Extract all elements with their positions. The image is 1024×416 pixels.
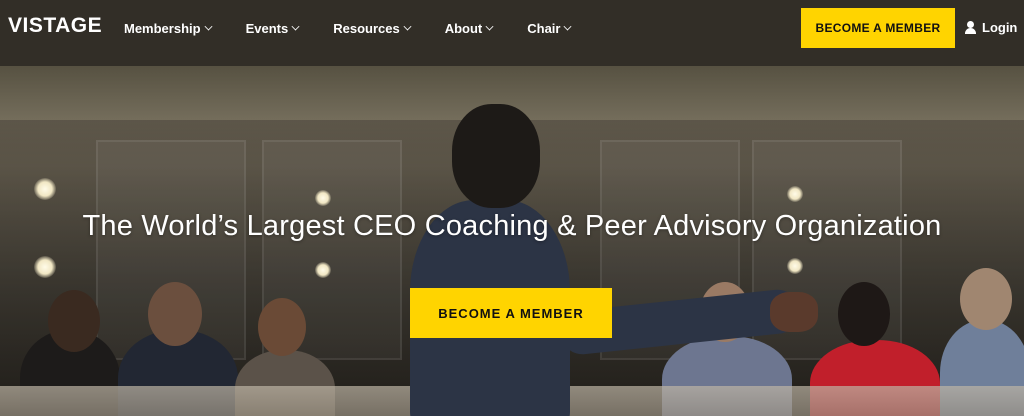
- nav-item-label: Events: [245, 20, 289, 36]
- chevron-down-icon: [204, 22, 213, 31]
- become-member-hero-button[interactable]: BECOME A MEMBER: [410, 288, 612, 338]
- chevron-down-icon: [485, 22, 494, 31]
- hero-title: The World’s Largest CEO Coaching & Peer …: [82, 210, 942, 242]
- nav-item-label: Resources: [333, 20, 400, 36]
- presenter-hand: [770, 292, 818, 332]
- seated-person-head: [838, 282, 890, 346]
- nav-item-label: Chair: [527, 20, 561, 36]
- chevron-down-icon: [291, 22, 300, 31]
- nav-item-label: Membership: [124, 20, 201, 36]
- chevron-down-icon: [564, 22, 572, 31]
- wall-lamp: [787, 186, 803, 202]
- nav-item-label: About: [444, 20, 483, 36]
- become-member-nav-button[interactable]: BECOME A MEMBER: [801, 8, 955, 48]
- vistage-logo[interactable]: VISTAGE: [8, 14, 102, 38]
- wall-lamp: [315, 262, 331, 278]
- seated-person-head: [48, 290, 100, 352]
- chevron-down-icon: [403, 22, 412, 31]
- nav-item-resources[interactable]: Resources: [333, 20, 412, 36]
- wall-lamp: [34, 256, 56, 278]
- wall-lamp: [34, 178, 56, 200]
- wall-lamp: [315, 190, 331, 206]
- seated-person-head: [148, 282, 202, 346]
- nav-item-events[interactable]: Events: [246, 21, 300, 36]
- main-menu: Membership Events Resources About Chair: [124, 0, 605, 56]
- seated-person-head: [258, 298, 306, 356]
- nav-item-chair[interactable]: Chair: [527, 20, 572, 36]
- presenter-head: [452, 104, 540, 208]
- login-label: Login: [982, 20, 1018, 35]
- seated-person-head: [960, 268, 1012, 330]
- user-icon: [964, 21, 977, 34]
- page: VISTAGE Membership Events Resources Abou…: [0, 0, 1024, 416]
- nav-item-membership[interactable]: Membership: [124, 20, 213, 36]
- login-link[interactable]: Login: [964, 20, 1017, 35]
- nav-item-about[interactable]: About: [445, 21, 494, 36]
- wall-lamp: [787, 258, 803, 274]
- top-navigation: VISTAGE Membership Events Resources Abou…: [0, 0, 1024, 66]
